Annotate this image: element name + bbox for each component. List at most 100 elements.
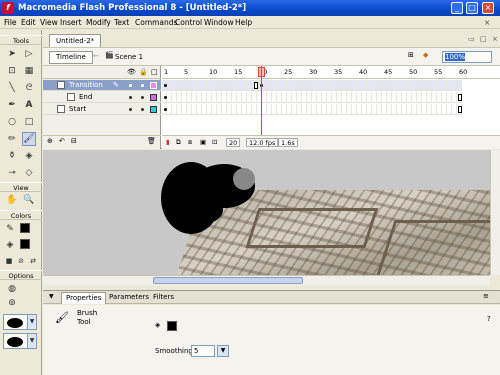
layer-name[interactable]: End [79,92,92,102]
edit-multiple-icon[interactable]: ▣ [200,136,206,148]
chevron-down-icon[interactable]: ▼ [217,345,229,357]
menu-commands[interactable]: Commands [135,17,177,28]
tab-filters[interactable]: Filters [149,292,178,303]
zoom-select[interactable]: 100% [442,51,492,63]
onion-skin-icon[interactable]: ⧉ [176,136,181,148]
menu-text[interactable]: Text [114,17,129,28]
layer-row-end[interactable]: End [43,92,161,103]
insert-folder-icon[interactable]: ⊟ [71,137,77,145]
tab-properties[interactable]: Properties [61,292,107,304]
pen-tool-icon[interactable]: ✒ [5,98,19,112]
menu-modify[interactable]: Modify [86,17,111,28]
collapse-arrow-icon[interactable]: ▼ [49,293,54,300]
lock-dot[interactable] [141,108,144,111]
playhead[interactable] [261,66,262,136]
lock-dot[interactable] [141,96,144,99]
rectangle-tool-icon[interactable]: □ [22,115,36,129]
frame-row-end[interactable] [162,92,462,103]
swap-colors-icon[interactable]: ⇄ [26,254,40,268]
edit-scene-icon[interactable]: ⊞ [408,51,414,59]
menu-edit[interactable]: Edit [21,17,36,28]
maximize-doc-icon[interactable]: □ [480,35,487,43]
keyframe[interactable] [164,84,167,87]
lock-dot[interactable] [141,84,144,87]
arrow-tool-icon[interactable]: ➤ [5,47,19,61]
maximize-icon[interactable]: □ [466,2,478,14]
visibility-dot[interactable] [129,96,132,99]
gradient-transform-tool-icon[interactable]: ▦ [22,64,36,78]
object-drawing-icon[interactable]: ◍ [5,282,19,296]
outline-icon[interactable]: □ [151,68,158,76]
smoothing-input[interactable]: 5 [191,345,215,357]
visibility-dot[interactable] [129,108,132,111]
eye-icon[interactable]: 👁 [127,68,136,76]
delete-layer-icon[interactable]: 🗑 [147,137,156,145]
layer-name[interactable]: Transition [69,80,103,90]
layer-name[interactable]: Start [69,104,86,114]
menu-insert[interactable]: Insert [60,17,82,28]
scroll-thumb[interactable] [153,277,303,284]
add-guide-icon[interactable]: ↶ [59,137,65,145]
stage[interactable] [43,150,490,275]
restore-icon[interactable]: ▭ [468,35,475,43]
pencil-tool-icon[interactable]: ✏ [5,132,19,146]
frame-ruler[interactable]: 151015202530354045505560 [162,66,500,79]
layer-color-box[interactable] [150,106,157,113]
brush-tool-icon[interactable]: 🖌 [22,132,36,146]
menu-window[interactable]: Window [204,17,234,28]
frame-rate[interactable]: 12.0 fps [246,138,279,147]
frame-row-transition[interactable] [162,80,462,91]
eraser-tool-icon[interactable]: ◇ [22,166,36,180]
text-tool-icon[interactable]: A [22,98,36,112]
close-doc-icon[interactable]: × [492,35,498,43]
zoom-tool-icon[interactable]: 🔍 [22,193,36,207]
timeline-button[interactable]: Timeline [49,51,93,64]
onion-markers-icon[interactable]: ⊡ [212,136,217,148]
insert-layer-icon[interactable]: ⊕ [47,137,53,145]
keyframe[interactable] [164,96,167,99]
eyedropper-tool-icon[interactable]: ⊸ [5,166,19,180]
lasso-tool-icon[interactable]: ᘓ [22,81,36,95]
menu-help[interactable]: Help [235,17,252,28]
menu-control[interactable]: Control [175,17,202,28]
frame-row-start[interactable] [162,104,462,115]
fill-color-swatch[interactable] [20,239,30,249]
brush-stroke[interactable] [173,195,223,225]
lock-fill-icon[interactable]: ⊚ [5,296,19,310]
minimize-icon[interactable]: _ [451,2,463,14]
visibility-dot[interactable] [129,84,132,87]
ink-bottle-tool-icon[interactable]: ⚱ [5,149,19,163]
layer-color-box[interactable] [150,94,157,101]
stroke-color-swatch[interactable] [20,223,30,233]
vertical-scrollbar[interactable] [490,150,500,275]
hand-tool-icon[interactable]: ✋ [5,193,19,207]
layer-row-start[interactable]: Start [43,104,161,115]
onion-outline-icon[interactable]: ⧈ [188,136,192,148]
tab-parameters[interactable]: Parameters [105,292,153,303]
panel-menu-icon[interactable]: ≡ [483,292,489,300]
close-icon[interactable]: × [482,2,494,14]
layer-row-transition[interactable]: Transition ✎ [43,80,161,91]
end-frame[interactable] [458,106,462,113]
horizontal-scrollbar[interactable] [43,275,490,285]
end-frame[interactable] [254,82,258,89]
help-icon[interactable]: ? [487,315,491,323]
layer-color-box[interactable] [150,82,157,89]
end-frame[interactable] [458,94,462,101]
paint-bucket-tool-icon[interactable]: ◈ [22,149,36,163]
line-tool-icon[interactable]: ╲ [5,81,19,95]
menu-view[interactable]: View [40,17,58,28]
free-transform-tool-icon[interactable]: ⊡ [5,64,19,78]
document-tab[interactable]: Untitled-2* [49,34,102,47]
chevron-down-icon[interactable]: ▼ [27,333,37,349]
menu-close-icon[interactable]: × [484,17,490,28]
subselect-tool-icon[interactable]: ▷ [22,47,36,61]
menu-file[interactable]: File [4,17,17,28]
center-frame-icon[interactable]: ▮ [166,136,170,148]
lock-icon[interactable]: 🔒 [139,68,148,76]
fill-color-swatch[interactable] [167,321,177,331]
oval-tool-icon[interactable]: ○ [5,115,19,129]
keyframe[interactable] [164,108,167,111]
chevron-down-icon[interactable]: ▼ [27,314,37,330]
back-arrow-icon[interactable]: ← [93,52,99,60]
